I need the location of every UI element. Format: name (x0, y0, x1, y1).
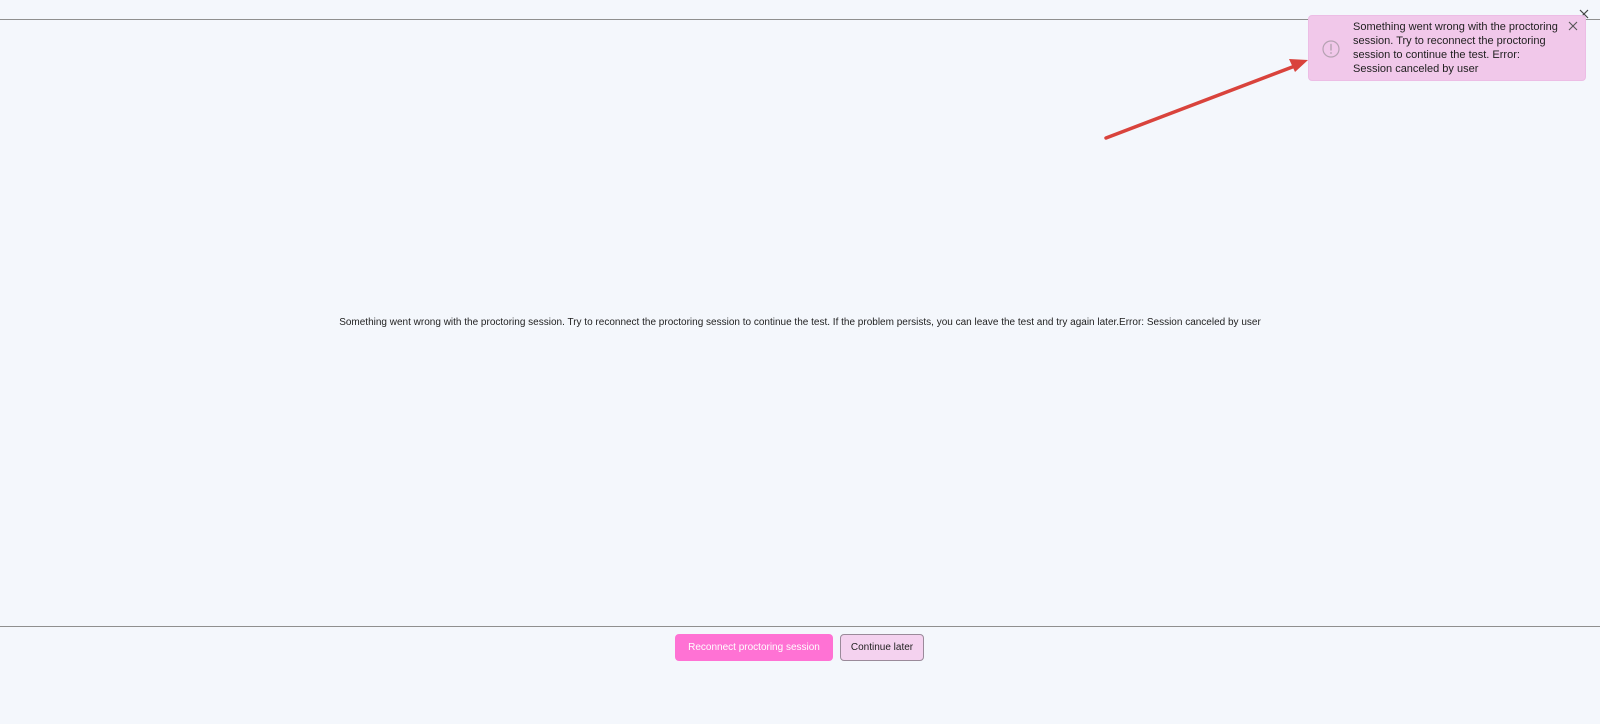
toast-message: Something went wrong with the proctoring… (1353, 21, 1558, 75)
annotation-arrow (1104, 59, 1308, 140)
toast-close-icon[interactable] (1567, 20, 1579, 32)
bottom-divider (0, 626, 1600, 627)
error-message: Something went wrong with the proctoring… (339, 317, 1261, 328)
continue-later-button[interactable]: Continue later (840, 634, 924, 661)
reconnect-proctoring-session-button[interactable]: Reconnect proctoring session (675, 634, 833, 661)
alert-circle-icon (1322, 40, 1340, 58)
arrow-shape (1104, 59, 1308, 140)
error-toast: Something went wrong with the proctoring… (1308, 15, 1586, 81)
